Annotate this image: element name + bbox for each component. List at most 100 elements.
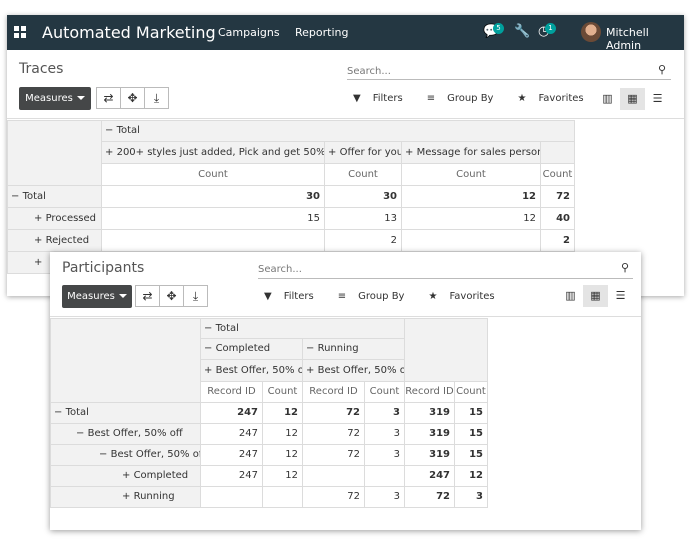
measure-header[interactable]: Record ID [200, 381, 263, 403]
pivot-cell[interactable] [401, 229, 541, 252]
favorites-button[interactable]: ★ Favorites [517, 93, 595, 104]
pivot-cell[interactable]: 12 [262, 423, 303, 445]
pivot-cell[interactable]: 3 [364, 444, 405, 466]
measure-header[interactable]: Count [401, 163, 541, 186]
graph-view-icon[interactable]: ▥ [595, 88, 620, 110]
groupby-button[interactable]: ≡ Group By [427, 93, 506, 104]
col-header-group[interactable]: + 200+ styles just added, Pick and get 5… [101, 141, 325, 164]
pivot-cell[interactable]: 247 [200, 423, 263, 445]
pivot-cell[interactable] [364, 465, 405, 487]
pivot-cell[interactable]: 3 [364, 402, 405, 424]
groupby-button[interactable]: ≡ Group By [338, 291, 417, 302]
measure-header[interactable]: Record ID [302, 381, 365, 403]
measures-button[interactable]: Measures [62, 285, 132, 308]
pivot-cell[interactable]: 15 [454, 423, 488, 445]
measures-button[interactable]: Measures [19, 87, 91, 110]
measure-header[interactable]: Count [540, 163, 575, 186]
pivot-cell[interactable]: 40 [540, 207, 575, 230]
download-icon[interactable]: ⤓ [183, 285, 208, 307]
pivot-cell[interactable]: 72 [302, 423, 365, 445]
pivot-cell[interactable]: 72 [404, 486, 455, 508]
pivot-cell[interactable]: 12 [401, 207, 541, 230]
flip-axis-icon[interactable]: ⇄ [96, 87, 121, 109]
filters-button[interactable]: ▼ Filters [353, 93, 415, 104]
menu-campaigns[interactable]: Campaigns [218, 26, 280, 39]
filters-button[interactable]: ▼ Filters [264, 291, 326, 302]
row-header-group[interactable]: − Best Offer, 50% off [50, 423, 201, 445]
pivot-cell[interactable]: 30 [324, 185, 402, 208]
col-header-group[interactable]: + Message for sales person [401, 141, 541, 164]
user-avatar[interactable] [581, 22, 601, 42]
pivot-view-icon[interactable]: ▦ [620, 88, 645, 110]
expand-all-icon[interactable]: ✥ [159, 285, 184, 307]
pivot-cell[interactable]: 15 [101, 207, 325, 230]
pivot-cell[interactable]: 12 [262, 402, 303, 424]
row-header-total[interactable]: − Total [50, 402, 201, 424]
pivot-cell[interactable]: 3 [364, 486, 405, 508]
pivot-view-icon[interactable]: ▦ [583, 285, 608, 307]
row-header-processed[interactable]: + Processed [7, 207, 102, 230]
apps-grid-icon[interactable] [14, 26, 27, 39]
pivot-cell[interactable]: 3 [454, 486, 488, 508]
pivot-cell[interactable]: 12 [262, 465, 303, 487]
menu-reporting[interactable]: Reporting [295, 26, 348, 39]
pivot-cell[interactable] [101, 229, 325, 252]
download-icon[interactable]: ⤓ [144, 87, 169, 109]
col-header-group[interactable]: − Running [302, 338, 405, 360]
pivot-cell[interactable] [302, 465, 365, 487]
pivot-cell[interactable]: 247 [404, 465, 455, 487]
pivot-cell[interactable]: 72 [302, 402, 365, 424]
pivot-cell[interactable]: 72 [302, 444, 365, 466]
pivot-cell[interactable]: 30 [101, 185, 325, 208]
minus-icon: − [204, 323, 213, 334]
pivot-cell[interactable]: 72 [302, 486, 365, 508]
pivot-cell[interactable]: 319 [404, 402, 455, 424]
favorites-button[interactable]: ★ Favorites [428, 291, 506, 302]
search-input[interactable] [347, 63, 671, 80]
expand-all-icon[interactable]: ✥ [120, 87, 145, 109]
pivot-cell[interactable]: 15 [454, 402, 488, 424]
pivot-cell[interactable] [200, 486, 263, 508]
pivot-cell[interactable]: 12 [401, 185, 541, 208]
pivot-cell[interactable]: 12 [454, 465, 488, 487]
user-name[interactable]: Mitchell Admin [606, 26, 684, 52]
col-header-subgroup[interactable]: + Best Offer, 50% off [200, 359, 303, 382]
col-header-total[interactable]: − Total [101, 120, 575, 142]
row-header-subgroup[interactable]: − Best Offer, 50% off [50, 444, 201, 466]
row-header-total[interactable]: − Total [7, 185, 102, 208]
pivot-cell[interactable]: 2 [540, 229, 575, 252]
graph-view-icon[interactable]: ▥ [558, 285, 583, 307]
col-header-subgroup[interactable]: + Best Offer, 50% off [302, 359, 405, 382]
col-header-group[interactable]: − Completed [200, 338, 303, 360]
col-header-group[interactable]: + Offer for you [324, 141, 402, 164]
pivot-cell[interactable]: 12 [262, 444, 303, 466]
pivot-cell[interactable]: 319 [404, 444, 455, 466]
pivot-cell[interactable]: 319 [404, 423, 455, 445]
pivot-cell[interactable]: 72 [540, 185, 575, 208]
measure-header[interactable]: Count [324, 163, 402, 186]
search-input[interactable] [258, 261, 633, 279]
pivot-cell[interactable]: 3 [364, 423, 405, 445]
measure-header[interactable]: Count [454, 381, 488, 403]
measure-header[interactable]: Record ID [404, 381, 455, 403]
pivot-cell[interactable]: 13 [324, 207, 402, 230]
row-header-running[interactable]: + Running [50, 486, 201, 508]
row-header-completed[interactable]: + Completed [50, 465, 201, 487]
pivot-cell[interactable]: 247 [200, 444, 263, 466]
wrench-icon[interactable]: 🔧 [514, 24, 530, 39]
pivot-cell[interactable] [262, 486, 303, 508]
measure-header[interactable]: Count [364, 381, 405, 403]
col-header-total[interactable]: − Total [200, 318, 405, 339]
pivot-cell[interactable]: 247 [200, 402, 263, 424]
pivot-cell[interactable]: 15 [454, 444, 488, 466]
search-icon[interactable]: ⚲ [621, 261, 629, 274]
flip-axis-icon[interactable]: ⇄ [135, 285, 160, 307]
pivot-cell[interactable]: 247 [200, 465, 263, 487]
list-view-icon[interactable]: ☰ [608, 285, 633, 307]
measure-header[interactable]: Count [101, 163, 325, 186]
row-header-rejected[interactable]: + Rejected [7, 229, 102, 252]
search-icon[interactable]: ⚲ [658, 63, 666, 76]
pivot-cell[interactable]: 2 [324, 229, 402, 252]
measure-header[interactable]: Count [262, 381, 303, 403]
list-view-icon[interactable]: ☰ [645, 88, 670, 110]
